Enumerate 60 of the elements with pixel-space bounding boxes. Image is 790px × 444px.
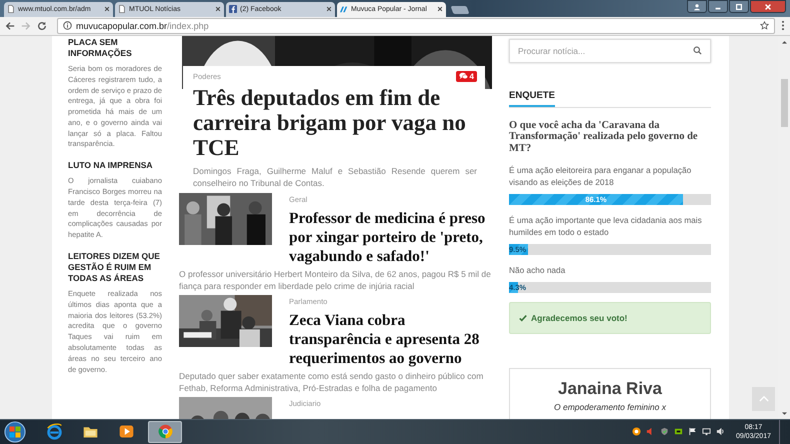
globe-e-icon	[46, 423, 62, 440]
tray-app-icon[interactable]	[632, 427, 641, 436]
scroll-up-icon[interactable]	[782, 40, 786, 44]
close-button[interactable]	[750, 0, 786, 13]
maximize-button[interactable]	[729, 0, 749, 13]
article-summary: Deputado quer saber exatamente como está sendo gasto o dinheiro público com Fethab, Reforma Administrativa, Pró-Estradas e folha de pagamento	[179, 370, 484, 395]
comments-icon	[458, 72, 468, 80]
column-title: O empoderamento feminino x	[554, 402, 666, 412]
chrome-icon	[156, 423, 174, 440]
graphics-icon[interactable]	[674, 427, 683, 436]
headline-link[interactable]: Três deputados em fim de carreira brigam por vaga no TCE	[193, 84, 477, 160]
note-heading: PLACA SEM INFORMAÇÕES	[68, 36, 133, 59]
chevron-up-icon	[758, 395, 768, 402]
close-icon[interactable]	[326, 6, 332, 12]
flag-icon[interactable]	[688, 427, 697, 436]
comment-count-badge[interactable]: 4	[456, 70, 477, 82]
close-icon	[764, 2, 772, 10]
maximize-icon	[735, 2, 743, 10]
menu-icon[interactable]	[781, 20, 785, 32]
page-icon	[118, 5, 126, 14]
scroll-down-icon[interactable]	[782, 412, 786, 416]
info-icon	[63, 21, 72, 30]
star-icon[interactable]	[760, 21, 769, 30]
poll-option: Não acho nada	[509, 264, 711, 276]
section-heading: ENQUETE	[509, 90, 555, 107]
profile-button[interactable]	[687, 0, 707, 13]
network-icon[interactable]	[702, 427, 711, 436]
facebook-icon	[229, 5, 237, 14]
volume-icon[interactable]	[716, 427, 725, 436]
poll-option: É uma ação eleitoreira para enganar a população visando as eleições de 2018	[509, 164, 711, 188]
headline-link[interactable]: Professor de medicina é preso por xingar porteiro de 'preto, vagabundo e safado!'	[289, 208, 492, 266]
site-logo-icon	[340, 5, 348, 14]
poll-option: É uma ação importante que leva cidadania aos mais humildes em todo o estado	[509, 214, 711, 238]
reload-icon[interactable]	[37, 20, 47, 31]
alert-message: Agradecemos seu voto!	[531, 313, 628, 324]
search-field[interactable]: Procurar notícia...	[509, 38, 711, 63]
article-summary: O professor universitário Herbert Monteiro da Silva, de 62 anos, pagou R$ 5 mil de fiança para responder em liberdade pelo crime de injúria racial	[179, 268, 492, 293]
minimize-button[interactable]	[708, 0, 728, 13]
page-icon	[7, 5, 15, 14]
taskbar-app[interactable]	[148, 420, 182, 443]
note-heading: LUTO NA IMPRENSA	[68, 160, 154, 172]
note-heading: LEITORES DIZEM QUE GESTÃO É RUIM EM TODAS AS ÁREAS	[68, 251, 161, 284]
close-icon[interactable]	[437, 6, 443, 12]
columnist-name: Janaina Riva	[558, 379, 662, 400]
close-icon[interactable]	[104, 6, 110, 12]
start-button[interactable]	[4, 420, 26, 443]
play-icon	[118, 423, 134, 440]
article-summary: Domingos Fraga, Guilherme Maluf e Sebastião Resende querem ser conselheiro no Tribunal de Contas.	[193, 164, 477, 190]
address-bar[interactable]: muvucapopular.com.br/index.php	[57, 18, 775, 34]
person-icon	[693, 2, 701, 10]
back-icon[interactable]	[5, 20, 15, 31]
shield-icon[interactable]	[660, 427, 669, 436]
check-icon	[519, 314, 527, 322]
scrollbar[interactable]	[778, 36, 790, 419]
search-icon[interactable]	[693, 46, 702, 55]
poll-question: O que você acha da 'Caravana da Transformação' realizada pelo governo de MT?	[509, 120, 699, 154]
close-icon[interactable]	[215, 6, 221, 12]
scroll-thumb[interactable]	[780, 78, 788, 127]
headline-link[interactable]: Zeca Viana cobra transparência e apresenta 28 requerimentos ao governo	[289, 310, 492, 368]
new-tab-button[interactable]	[450, 6, 470, 14]
